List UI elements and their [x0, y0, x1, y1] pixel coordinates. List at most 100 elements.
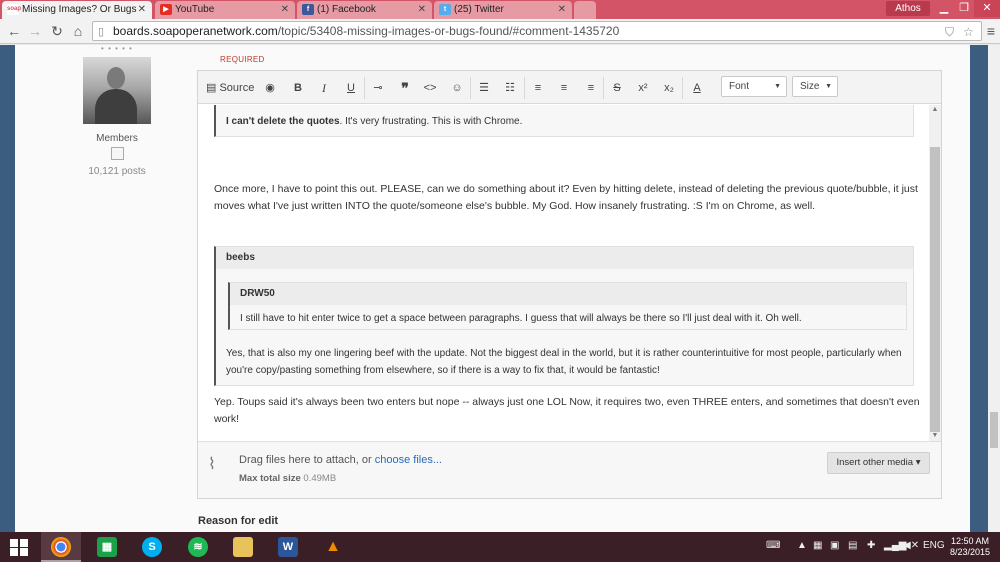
insert-other-media-button[interactable]: Insert other media ▾	[827, 452, 930, 474]
link-icon[interactable]: ⊸	[370, 80, 386, 96]
superscript-icon[interactable]: x²	[635, 80, 651, 96]
page-left-rail	[0, 45, 15, 532]
shield-icon[interactable]: ⛉	[945, 23, 954, 41]
reload-icon[interactable]: ↻	[48, 22, 66, 40]
italic-icon[interactable]: I	[316, 80, 332, 96]
tray-app-icon-2[interactable]: ▤	[848, 540, 857, 551]
attach-instructions: Drag files here to attach, or choose fil…	[239, 454, 442, 466]
taskbar-spotify[interactable]: ≋	[178, 532, 218, 562]
tab-facebook[interactable]: f (1) Facebook ✕	[297, 1, 432, 19]
skype-icon: S	[142, 537, 162, 557]
tray-app-icon-3[interactable]: ✚	[867, 540, 875, 551]
page-info-icon[interactable]: ▯	[98, 23, 104, 41]
font-dropdown-label: Font	[729, 81, 750, 92]
scroll-up-icon[interactable]: ▲	[929, 105, 941, 115]
page-right-rail	[970, 45, 988, 532]
choose-files-link[interactable]: choose files...	[375, 454, 442, 466]
quote-cite-beebs: beebs	[216, 247, 913, 269]
close-tab-icon[interactable]: ✕	[558, 1, 566, 18]
tray-windows-icon[interactable]: ▦	[813, 540, 822, 551]
volume-muted-icon[interactable]: ◀✕	[903, 540, 919, 551]
quote-cite-drw50: DRW50	[230, 283, 906, 305]
page-scrollbar[interactable]	[988, 45, 1000, 532]
tab-title: Missing Images? Or Bugs	[22, 4, 137, 15]
size-dropdown[interactable]: Size ▼	[792, 76, 838, 97]
editor-scroll-thumb[interactable]	[930, 147, 940, 432]
browser-tab-strip: soap Missing Images? Or Bugs ✕ ▶ YouTube…	[0, 0, 1000, 19]
quote-drw50-text: I still have to hit enter twice to get a…	[240, 313, 802, 324]
forward-arrow-icon[interactable]: →	[26, 22, 44, 40]
numbered-list-icon[interactable]: ☷	[502, 80, 518, 96]
chrome-menu-icon[interactable]: ≡	[984, 22, 998, 40]
start-button[interactable]	[0, 532, 40, 562]
taskbar-skype[interactable]: S	[132, 532, 172, 562]
quote-block-beebs[interactable]: beebs DRW50 I still have to hit enter tw…	[214, 246, 914, 386]
bullet-list-icon[interactable]: ☰	[476, 80, 492, 96]
size-dropdown-label: Size	[800, 81, 820, 92]
post-count: 10,121 posts	[88, 166, 146, 177]
editor-toolbar: ▤ Source ◉ B I U ⊸ ❞ <> ☺ ☰ ☷ ≡ ≡ ≡ S x²…	[198, 71, 941, 104]
taskbar-word[interactable]: W	[268, 532, 308, 562]
reply-paragraph-2: Yep. Toups said it's always been two ent…	[214, 396, 920, 425]
post-edit-card: • • • • • Members 10,121 posts REQUIRED …	[15, 45, 970, 532]
page-scroll-thumb[interactable]	[990, 412, 998, 448]
subscript-icon[interactable]: x₂	[661, 80, 677, 96]
new-tab-button[interactable]	[574, 1, 596, 19]
quote-block-drw50[interactable]: DRW50 I still have to hit enter twice to…	[228, 282, 907, 330]
word-icon: W	[278, 537, 298, 557]
rank-image-icon	[110, 147, 124, 160]
source-icon: ▤	[206, 82, 217, 94]
source-button[interactable]: ▤ Source	[206, 80, 258, 96]
address-bar[interactable]: ▯ boards.soapoperanetwork.com/topic/5340…	[92, 21, 982, 41]
close-tab-icon[interactable]: ✕	[418, 1, 426, 18]
text-color-icon[interactable]: A	[688, 80, 706, 96]
close-tab-icon[interactable]: ✕	[138, 1, 146, 18]
tab-youtube[interactable]: ▶ YouTube ✕	[155, 1, 295, 19]
restore-icon[interactable]: ❐	[954, 0, 974, 17]
taskbar-clock[interactable]: 12:50 AM 8/23/2015	[945, 536, 995, 558]
youtube-favicon-icon: ▶	[160, 4, 172, 15]
taskbar-chrome[interactable]	[41, 532, 81, 562]
keyboard-icon[interactable]: ⌨	[766, 540, 780, 551]
minimize-icon[interactable]: ▁	[934, 0, 954, 17]
quote-icon[interactable]: ❞	[397, 80, 413, 96]
close-tab-icon[interactable]: ✕	[281, 1, 289, 18]
emoticon-icon[interactable]: ☺	[449, 80, 465, 96]
vlc-cone-icon: ▲	[325, 538, 341, 555]
windows-taskbar: ▦ S ≋ W ▲ ⌨ ▲ ▦ ▣ ▤ ✚ ▂▄▆ ◀✕ ENG 12:50 A…	[0, 532, 1000, 562]
profile-badge[interactable]: Athos	[886, 1, 930, 16]
reply-paragraph-1: Once more, I have to point this out. PLE…	[214, 183, 918, 212]
underline-icon[interactable]: U	[343, 80, 359, 96]
code-icon[interactable]: <>	[422, 80, 438, 96]
editor-scrollbar[interactable]: ▲ ▼	[929, 105, 941, 441]
windows-logo-icon	[10, 539, 28, 556]
taskbar-vlc[interactable]: ▲	[313, 532, 353, 562]
quote-block-1[interactable]: I can't delete the quotes. It's very fru…	[214, 105, 914, 137]
home-icon[interactable]: ⌂	[69, 22, 87, 40]
bookmark-star-icon[interactable]: ☆	[963, 23, 974, 41]
avatar[interactable]	[83, 57, 151, 124]
tab-missing-images[interactable]: soap Missing Images? Or Bugs ✕	[2, 1, 152, 19]
strikethrough-icon[interactable]: S	[609, 80, 625, 96]
font-dropdown[interactable]: Font ▼	[721, 76, 787, 97]
back-arrow-icon[interactable]: ←	[5, 22, 23, 40]
tray-expand-icon[interactable]: ▲	[797, 540, 807, 551]
attachment-area[interactable]: ⌇ Drag files here to attach, or choose f…	[198, 441, 941, 498]
align-right-icon[interactable]: ≡	[583, 80, 599, 96]
tray-app-icon[interactable]: ▣	[830, 540, 839, 551]
scroll-down-icon[interactable]: ▼	[929, 431, 941, 441]
tab-twitter[interactable]: t (25) Twitter ✕	[434, 1, 572, 19]
align-center-icon[interactable]: ≡	[556, 80, 572, 96]
align-left-icon[interactable]: ≡	[530, 80, 546, 96]
preview-eye-icon[interactable]: ◉	[262, 80, 278, 96]
taskbar-store[interactable]: ▦	[87, 532, 127, 562]
bold-icon[interactable]: B	[290, 80, 306, 96]
close-window-icon[interactable]: ✕	[974, 0, 1000, 17]
taskbar-file-explorer[interactable]	[223, 532, 263, 562]
tab-title: (25) Twitter	[454, 4, 504, 15]
editor-content[interactable]: I can't delete the quotes. It's very fru…	[198, 105, 929, 441]
clock-date: 8/23/2015	[949, 547, 991, 557]
chevron-down-icon: ▼	[774, 83, 781, 90]
clock-time: 12:50 AM	[950, 536, 990, 546]
input-language[interactable]: ENG	[923, 540, 945, 551]
